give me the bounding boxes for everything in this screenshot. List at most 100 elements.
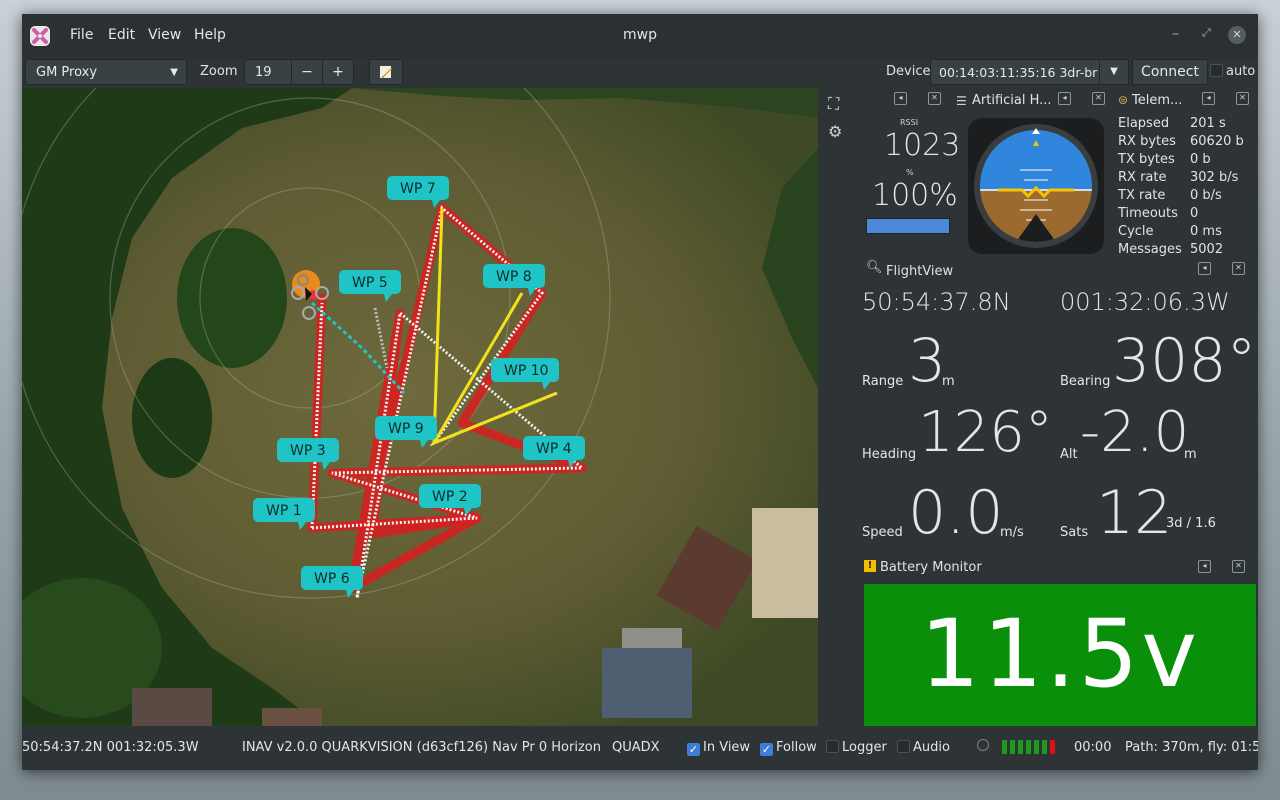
sats-label: Sats: [1060, 525, 1089, 540]
rssi-pct-unit: %: [906, 168, 914, 177]
logger-checkbox[interactable]: Logger: [826, 740, 887, 755]
undock-icon[interactable]: ◂: [894, 92, 907, 105]
fullscreen-icon[interactable]: ⛶: [828, 94, 839, 114]
zoom-out-button[interactable]: −: [291, 59, 323, 85]
status-path: Path: 370m, fly: 01:52: [1125, 740, 1258, 755]
panel-close-icon[interactable]: ✕: [1092, 92, 1105, 105]
zoom-in-button[interactable]: +: [322, 59, 354, 85]
waypoint-label: WP 8: [496, 269, 532, 285]
waypoint-label: WP 1: [266, 503, 302, 519]
panel-close-icon[interactable]: ✕: [928, 92, 941, 105]
range-label: Range: [862, 374, 904, 389]
signal-bars-icon: [1002, 738, 1062, 760]
alt-value: -2.0: [1080, 400, 1190, 465]
auto-checkbox[interactable]: auto: [1210, 64, 1255, 79]
waypoint-label: WP 7: [400, 181, 436, 197]
heading-label: Heading: [862, 447, 917, 462]
chevron-down-icon: ▼: [1110, 66, 1118, 77]
undock-icon[interactable]: ◂: [1198, 262, 1211, 275]
map-source-value: GM Proxy: [36, 65, 98, 80]
sats-fix: 3d / 1.6: [1166, 516, 1216, 531]
waypoint-label: WP 3: [290, 443, 326, 459]
flightview-panel: 🔍︎ FlightView ◂ ✕ 50:54:37.8N 001:32:06.…: [862, 258, 1258, 552]
edit-mission-button[interactable]: [369, 59, 403, 85]
rssi-bar: [866, 218, 950, 234]
speed-value: 0.0: [908, 478, 1004, 548]
map-source-select[interactable]: GM Proxy ▼: [25, 59, 187, 85]
main-window: File Edit View Help mwp – ⤢ ✕ GM Proxy ▼…: [22, 14, 1258, 770]
battery-voltage-box: 11.5v: [864, 584, 1256, 726]
rssi-label: RSSI: [900, 118, 919, 127]
telemetry-value: 0 b/s: [1190, 188, 1222, 203]
audio-label: Audio: [913, 740, 950, 755]
sats-fix-text: 3d / 1.6: [1166, 516, 1216, 531]
telemetry-value: 0 ms: [1190, 224, 1222, 239]
telemetry-key: Messages: [1118, 242, 1182, 257]
audio-checkbox[interactable]: Audio: [897, 740, 950, 755]
panel-close-icon[interactable]: ✕: [1236, 92, 1249, 105]
telemetry-title: Telem...: [1132, 93, 1183, 108]
range-unit: m: [942, 374, 955, 389]
audio-checkbox-box: [897, 740, 910, 753]
telemetry-value: 60620 b: [1190, 134, 1244, 149]
telemetry-key: TX rate: [1118, 188, 1166, 203]
minimize-icon[interactable]: –: [1172, 26, 1179, 42]
chevron-down-icon: ▼: [170, 67, 178, 78]
telemetry-value: 0 b: [1190, 152, 1211, 167]
panel-close-icon[interactable]: ✕: [1232, 560, 1245, 573]
title-bar: File Edit View Help mwp – ⤢ ✕: [22, 14, 1258, 58]
battery-title: Battery Monitor: [880, 560, 982, 575]
close-icon[interactable]: ✕: [1228, 26, 1246, 44]
telemetry-key: Timeouts: [1118, 206, 1178, 221]
telemetry-value: 5002: [1190, 242, 1224, 257]
magnifier-icon: 🔍︎: [866, 260, 883, 275]
device-input[interactable]: 00:14:03:11:35:16 3dr-br: [930, 59, 1100, 85]
zoom-label: Zoom: [200, 64, 238, 79]
longitude: 001:32:06.3W: [1060, 288, 1230, 316]
logger-label: Logger: [842, 740, 887, 755]
alt-unit: m: [1184, 447, 1197, 462]
undock-icon[interactable]: ◂: [1202, 92, 1215, 105]
status-frame: QUADX: [612, 740, 660, 755]
follow-label: Follow: [776, 740, 817, 755]
map-sidebar: ⛶ ⚙: [818, 88, 862, 726]
status-fc-info: INAV v2.0.0 QUARKVISION (d63cf126) Nav P…: [242, 740, 601, 755]
telemetry-icon: ⊜: [1118, 93, 1129, 107]
sats-value: 12: [1096, 478, 1173, 548]
undock-icon[interactable]: ◂: [1058, 92, 1071, 105]
zoom-input[interactable]: 19: [244, 59, 292, 85]
device-dropdown-button[interactable]: ▼: [1099, 59, 1129, 85]
status-position: 50:54:37.2N 001:32:05.3W: [22, 740, 199, 755]
waypoint-label: WP 2: [432, 489, 468, 505]
follow-checkbox[interactable]: ✓ Follow: [760, 740, 817, 756]
horizon-title: Artificial H...: [972, 93, 1052, 108]
telemetry-value: 201 s: [1190, 116, 1226, 131]
warning-icon: !: [864, 560, 876, 572]
panel-close-icon[interactable]: ✕: [1232, 262, 1245, 275]
waypoint-label: WP 4: [536, 441, 572, 457]
telemetry-key: RX rate: [1118, 170, 1167, 185]
speed-label: Speed: [862, 525, 903, 540]
range-value: 3: [908, 326, 947, 396]
speed-unit: m/s: [1000, 525, 1024, 540]
logger-checkbox-box: [826, 740, 839, 753]
rssi-panel: ◂ ✕ RSSI 1023 % 100%: [862, 88, 960, 258]
undock-icon[interactable]: ◂: [1198, 560, 1211, 573]
settings-gear-icon[interactable]: ⚙: [828, 122, 842, 141]
restore-icon[interactable]: ⤢: [1202, 26, 1211, 40]
waypoint-label: WP 6: [314, 571, 350, 587]
device-label: Device: [886, 64, 931, 79]
in-view-label: In View: [703, 740, 751, 755]
rssi-percent: 100%: [872, 178, 958, 213]
telemetry-key: RX bytes: [1118, 134, 1176, 149]
window-title: mwp: [623, 27, 657, 43]
in-view-checkbox[interactable]: ✓ In View: [687, 740, 750, 756]
status-bar: 50:54:37.2N 001:32:05.3W INAV v2.0.0 QUA…: [22, 734, 1258, 762]
telemetry-panel: ⊜ Telem... ◂ ✕ Elapsed 201 s RX bytes 60620…: [1116, 88, 1258, 258]
bearing-value: 308°: [1112, 326, 1257, 396]
status-time: 00:00: [1074, 740, 1112, 755]
pencil-icon: [380, 66, 392, 78]
map-view[interactable]: WP 1 WP 2 WP 3 WP 4 WP 5 WP 6 WP 7 WP 8 WP 9 WP 1…: [22, 88, 818, 726]
list-icon: ☰: [956, 94, 967, 108]
connect-button[interactable]: Connect: [1132, 59, 1208, 85]
